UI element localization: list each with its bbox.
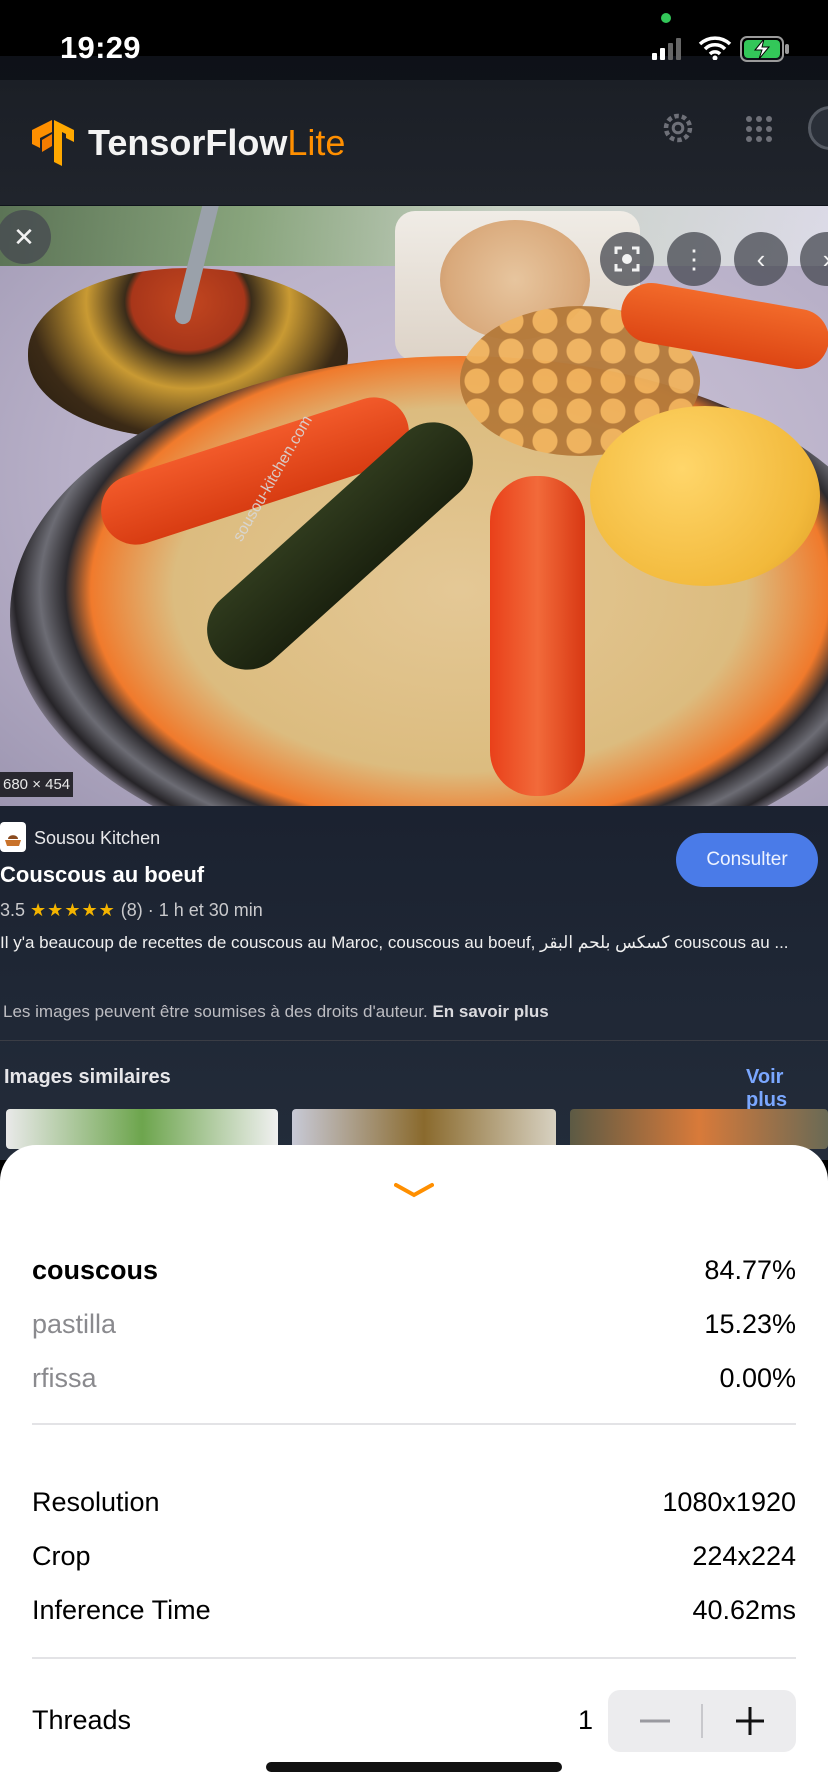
info-label: Inference Time [32,1595,211,1625]
similar-thumb [570,1109,828,1149]
info-row-inference-time: Inference Time 40.62ms [32,1595,796,1635]
home-indicator[interactable] [266,1762,562,1772]
class-score: 15.23% [704,1309,796,1339]
food-photo: sousou-kitchen.com ✕ ⋮ ‹ › [0,206,828,806]
info-value: 224x224 [692,1541,796,1571]
info-row-crop: Crop 224x224 [32,1541,796,1581]
increment-button[interactable] [703,1690,796,1752]
copyright-note: Les images peuvent être soumises à des d… [3,1002,549,1021]
decrement-button[interactable] [608,1690,701,1752]
similar-thumb [6,1109,278,1149]
plus-icon [735,1707,764,1735]
classification-row: rfissa 0.00% [32,1363,796,1403]
battery-charging-icon [740,36,789,62]
stars-icon: ★★★★★ [30,900,116,920]
chevron-down-icon[interactable] [394,1181,434,1201]
gear-icon [663,113,693,143]
avatar [808,106,828,150]
divider [0,1040,828,1041]
classification-row: couscous 84.77% [32,1255,796,1295]
class-score: 0.00% [719,1363,796,1393]
see-more-link: Voir plus [746,1066,788,1111]
wifi-icon [698,36,732,60]
threads-value: 1 [578,1705,594,1735]
signal-icon [652,38,681,60]
class-label: couscous [32,1255,159,1285]
brand-title: TensorFlowLite [88,122,346,163]
threads-label: Threads [32,1705,132,1735]
camera-preview: TensorFlowLite sousou-kitchen.com ✕ ⋮ ‹ … [0,0,828,1160]
image-dimensions: 680 × 454 [0,772,74,797]
grid-icon [746,116,772,142]
similar-thumb [292,1109,556,1149]
clock: 19:29 [60,30,141,65]
threads-row: Threads [32,1705,332,1745]
class-label: pastilla [32,1309,117,1339]
rating-line: 3.5 ★★★★★ (8) · 1 h et 30 min [0,900,263,920]
classification-row: pastilla 15.23% [32,1309,796,1349]
more-vert-icon: ⋮ [667,232,721,286]
result-title: Couscous au boeuf [0,862,205,887]
tensorflow-logo-icon [32,120,74,166]
divider [32,1423,796,1425]
chevron-left-icon: ‹ [734,232,788,286]
info-row-resolution: Resolution 1080x1920 [32,1487,796,1527]
result-description: Il y'a beaucoup de recettes de couscous … [0,933,789,952]
info-value: 1080x1920 [662,1487,796,1517]
results-bottom-sheet: couscous 84.77% pastilla 15.23% rfissa 0… [0,1145,828,1792]
filmed-app-header: TensorFlowLite [0,80,828,205]
consult-button: Consulter [676,833,818,887]
source-name: Sousou Kitchen [34,828,161,848]
info-label: Crop [32,1541,91,1571]
status-bar: 19:29 [0,0,828,65]
minus-icon [639,1719,670,1723]
lens-icon [600,232,654,286]
camera-in-use-indicator [661,13,671,23]
source-logo-icon [0,822,26,852]
similar-images-heading: Images similaires [4,1066,171,1088]
class-score: 84.77% [704,1255,796,1285]
divider [32,1657,796,1659]
info-label: Resolution [32,1487,160,1517]
class-label: rfissa [32,1363,97,1393]
info-value: 40.62ms [692,1595,796,1625]
threads-stepper [608,1690,796,1752]
